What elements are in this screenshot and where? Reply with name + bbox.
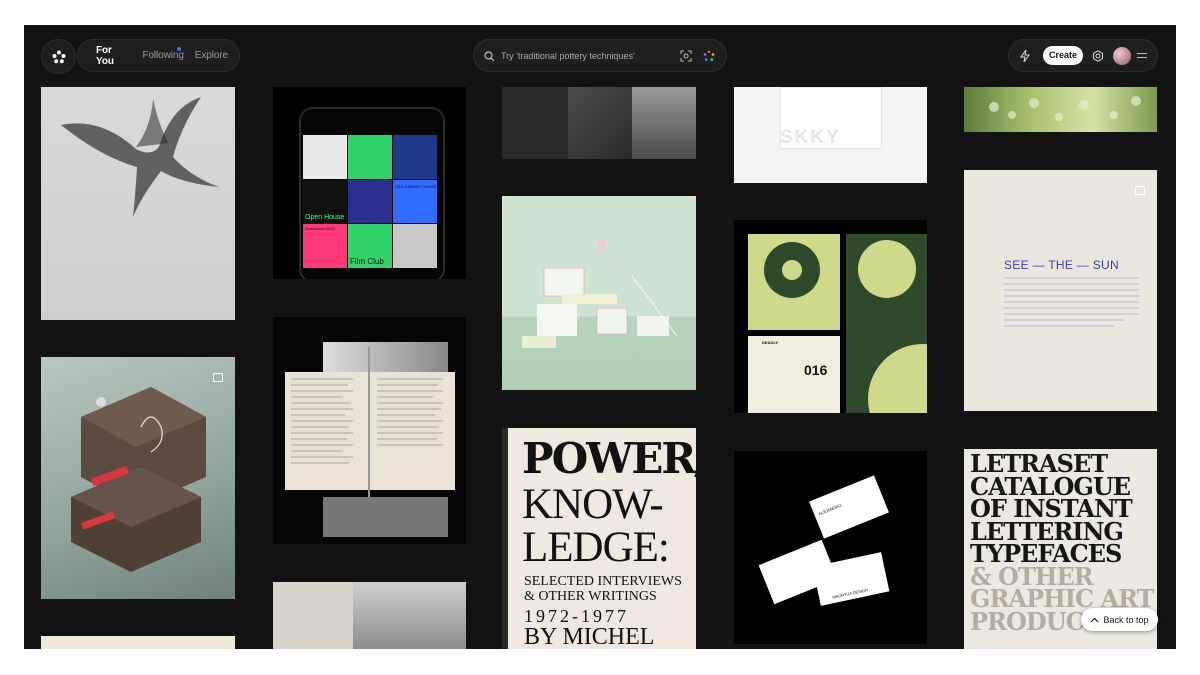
poster-bottom-circle (868, 344, 927, 413)
objects-image (522, 239, 678, 348)
boxes-image (71, 387, 206, 572)
lightning-icon[interactable] (1020, 50, 1031, 62)
back-to-top-button[interactable]: Back to top (1081, 608, 1158, 631)
phone-tile-open-house: Open House (305, 214, 345, 222)
book-spine (502, 428, 508, 649)
pin-business-cards[interactable]: ALEJANDRO MAORTUA DESIGN (734, 451, 927, 644)
image-search-icon[interactable] (680, 50, 692, 62)
pin-boxes-photo[interactable] (41, 357, 235, 599)
catalog-photo (353, 582, 466, 649)
phone-tile-graduation: Graduation 2022 (305, 226, 335, 232)
sun-glyph (782, 260, 802, 280)
card-1 (809, 475, 889, 539)
book-title-power: POWER/ (522, 434, 696, 483)
pin-notebook-spread[interactable] (273, 317, 466, 544)
following-notification-dot (177, 47, 181, 51)
collage-plant (568, 87, 632, 159)
avatar[interactable] (1113, 47, 1131, 65)
pin-cream-partial[interactable] (41, 636, 235, 649)
poster-right-card (846, 234, 927, 413)
pin-film-school-phone[interactable]: Open House DEN DANSKE FILMSKOLE Graduati… (273, 87, 466, 279)
tab-following[interactable]: Following (142, 50, 183, 61)
notebook-text-lines (291, 347, 448, 537)
pin-see-the-sun[interactable]: SEE — THE — SUN (964, 170, 1157, 411)
back-to-top-label: Back to top (1103, 614, 1149, 625)
pin-catalog-partial[interactable] (273, 582, 466, 649)
tab-for-you[interactable]: For You (96, 45, 128, 67)
leaves-image (989, 96, 1141, 121)
poster-number: 016 (804, 362, 828, 378)
pin-green-objects[interactable] (502, 196, 696, 390)
user-toolbar: Create (1008, 39, 1158, 72)
pin-dark-collage[interactable] (502, 87, 696, 159)
collage-room (632, 87, 696, 159)
book-author: BY MICHEL (524, 624, 655, 649)
pin-power-knowledge-book[interactable]: POWER/ KNOW- LEDGE: SELECTED INTERVIEWS … (502, 428, 696, 649)
letraset-lines: LETRASET CATALOGUE OF INSTANT LETTERING … (970, 452, 1154, 633)
pin-skky-sign[interactable]: SKKY (734, 87, 927, 183)
chevron-up-icon (1091, 617, 1099, 622)
phone-grid: Open House DEN DANSKE FILMSKOLE Graduati… (303, 135, 445, 268)
menu-icon[interactable] (1137, 53, 1147, 61)
color-palette-icon[interactable] (703, 50, 715, 62)
book-title-know: KNOW- (522, 481, 664, 528)
search-input[interactable]: Try 'traditional pottery techniques' (501, 51, 635, 61)
pin-green-leaves[interactable] (964, 87, 1157, 132)
search-bar[interactable]: Try 'traditional pottery techniques' (473, 39, 727, 72)
poster-left-card (748, 234, 840, 330)
tab-explore[interactable]: Explore (195, 50, 228, 61)
settings-icon[interactable] (1092, 50, 1104, 62)
search-icon (484, 51, 495, 62)
book-title-ledge: LEDGE: (522, 524, 670, 571)
pin-bird-photo[interactable] (41, 87, 235, 320)
home-logo-button[interactable] (41, 39, 76, 74)
see-the-sun-body (1004, 277, 1139, 327)
book-subtitle-1: SELECTED INTERVIEWS (524, 574, 682, 589)
poster-word: DEADLY (762, 340, 779, 345)
skky-logo: SKKY (780, 127, 841, 148)
main-nav: For You Following Explore (77, 39, 240, 72)
pin-green-poster[interactable]: DEADLY 016 (734, 220, 927, 413)
logo-icon (52, 50, 65, 63)
book-subtitle-2: & OTHER WRITINGS (524, 589, 657, 604)
app-window: Open House DEN DANSKE FILMSKOLE Graduati… (24, 25, 1176, 649)
multi-image-icon (213, 373, 223, 382)
phone-tile-filmskole: DEN DANSKE FILMSKOLE (395, 183, 445, 189)
poster-circle-right (858, 240, 916, 298)
phone-tile-film-club: Film Club (350, 257, 384, 266)
bird-image (61, 97, 219, 217)
create-button[interactable]: Create (1043, 46, 1083, 65)
